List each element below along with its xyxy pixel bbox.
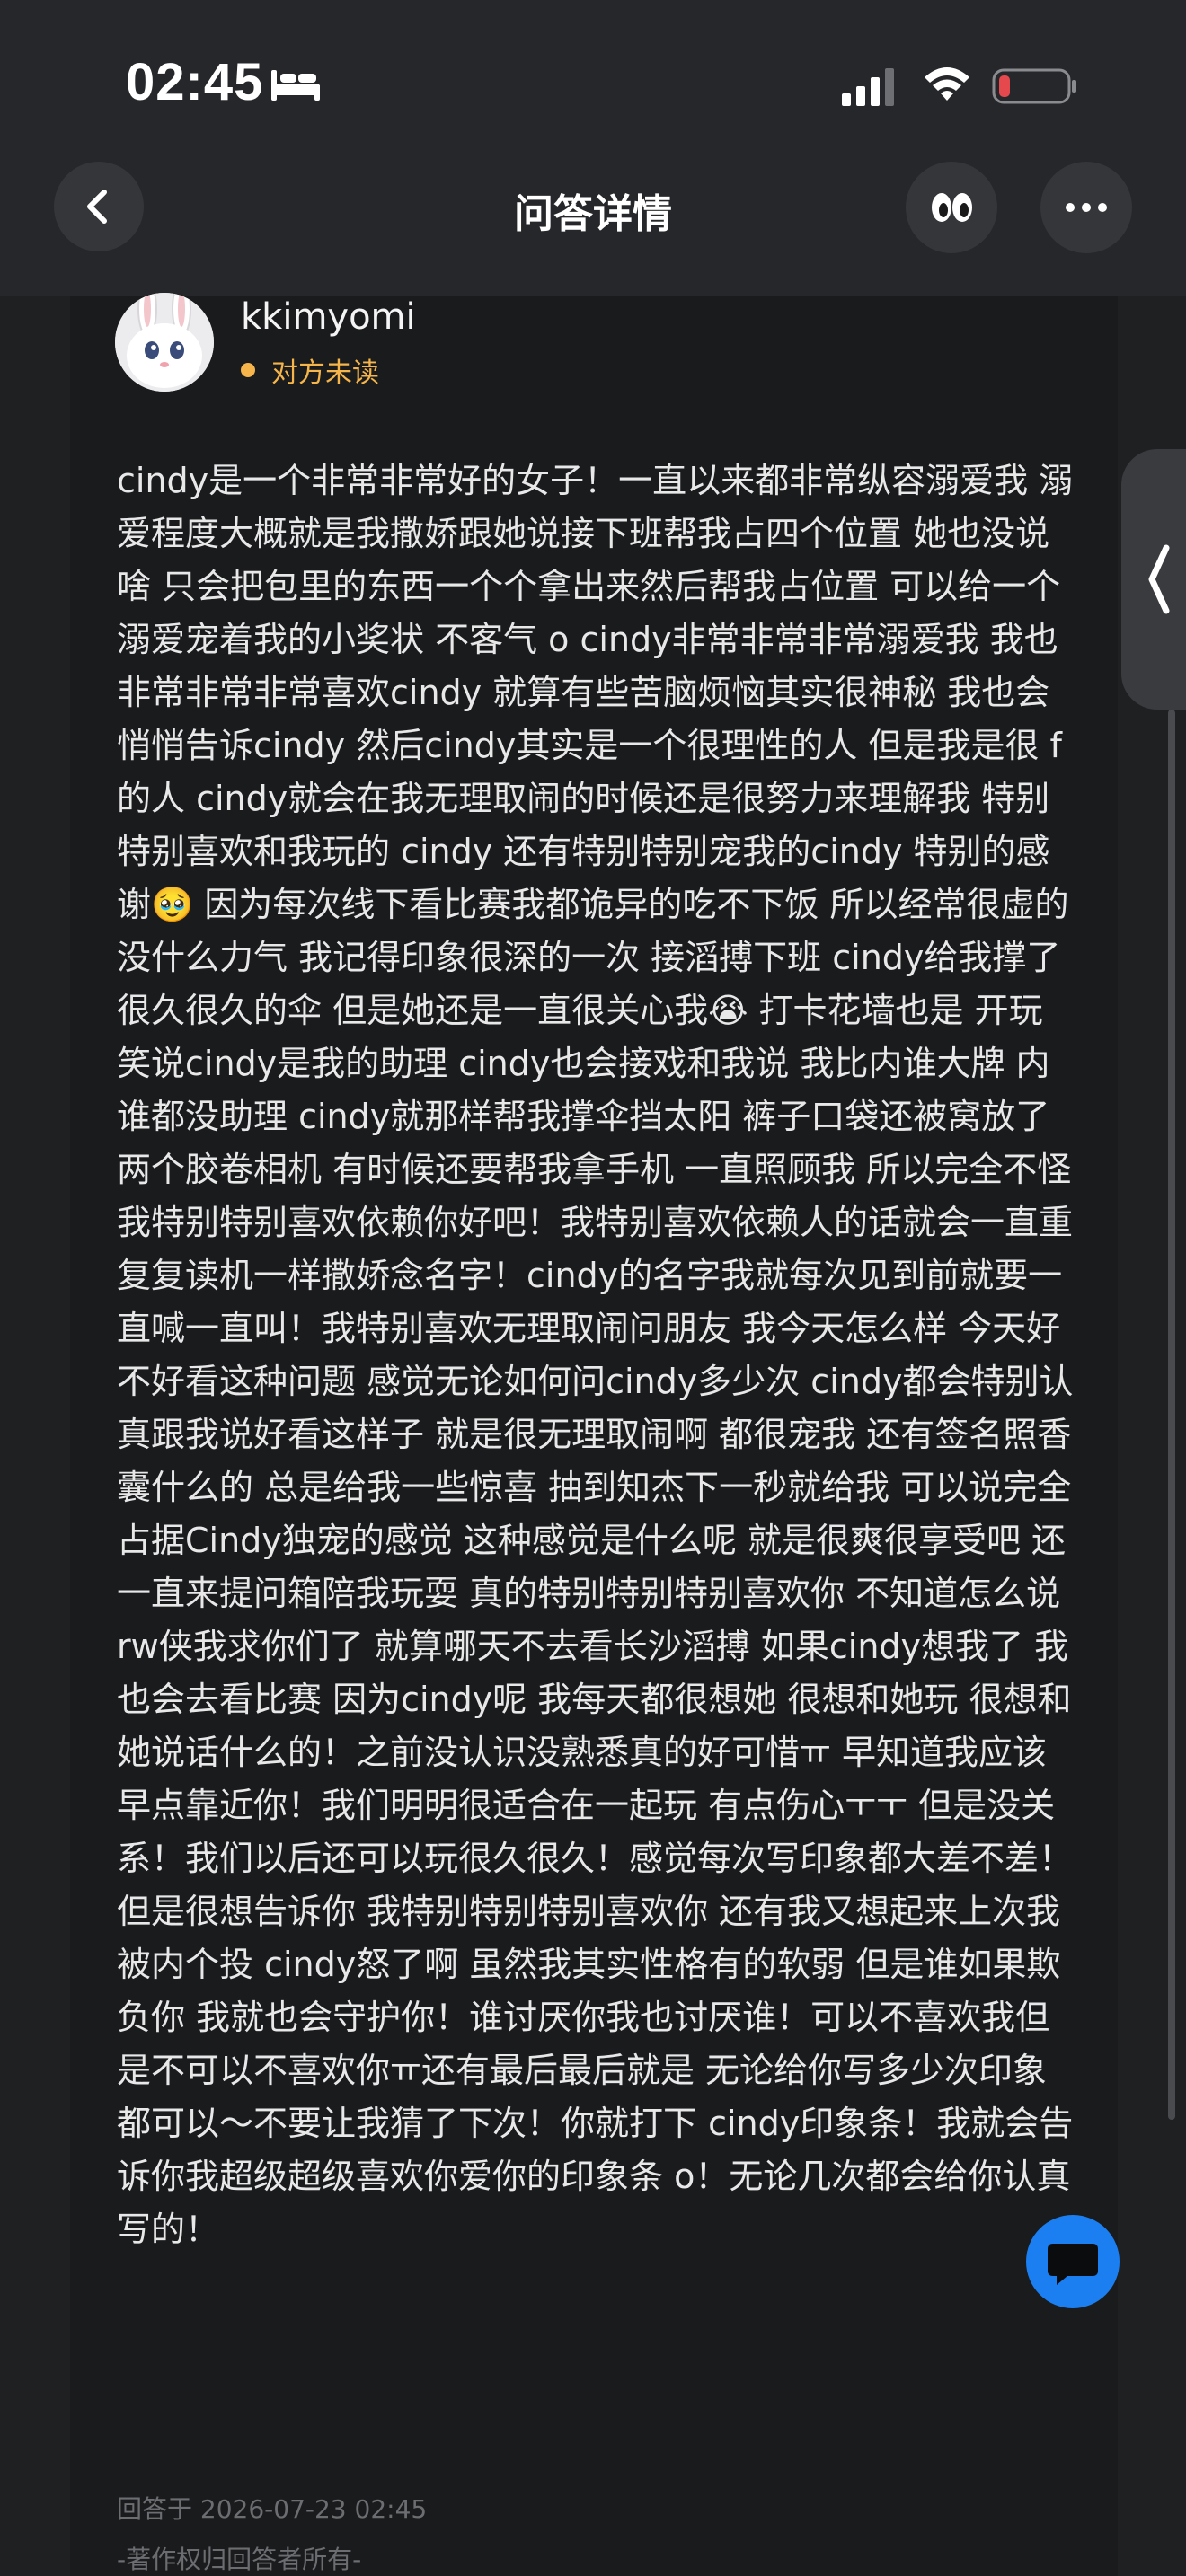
read-status: 对方未读: [271, 357, 379, 389]
chat-bubble-icon: [1048, 2244, 1098, 2285]
eyes-emoji-icon: [932, 193, 972, 222]
scrollbar[interactable]: [1168, 710, 1175, 2120]
page-title: 问答详情: [514, 191, 672, 237]
answer-text: cindy是一个非常非常好的女子！一直以来都非常纵容溺爱我 溺爱程度大概就是我撒…: [117, 461, 1074, 2249]
bed-icon: [271, 70, 320, 101]
more-button[interactable]: [1040, 162, 1132, 253]
side-drawer-tab[interactable]: [1121, 449, 1186, 710]
chat-button[interactable]: [1026, 2215, 1120, 2308]
unread-status-dot: [241, 363, 255, 377]
nav-bar: 问答详情: [0, 162, 1186, 296]
wifi-icon: [925, 67, 969, 101]
copyright-notice: -著作权归回答者所有-: [117, 2545, 362, 2574]
chevron-left-icon: [1148, 544, 1170, 614]
status-bar: 02:45: [0, 0, 1186, 162]
answered-at: 回答于 2026-07-23 02:45: [117, 2494, 428, 2524]
more-dots-icon: [1066, 203, 1107, 212]
avatar[interactable]: [115, 293, 214, 392]
status-time: 02:45: [126, 53, 264, 111]
author-name[interactable]: kkimyomi: [241, 296, 416, 338]
white-rabbit-avatar: [115, 293, 214, 392]
eyes-button[interactable]: [906, 162, 997, 253]
signal-icon: [842, 68, 894, 106]
battery-low-icon: [992, 68, 1076, 104]
